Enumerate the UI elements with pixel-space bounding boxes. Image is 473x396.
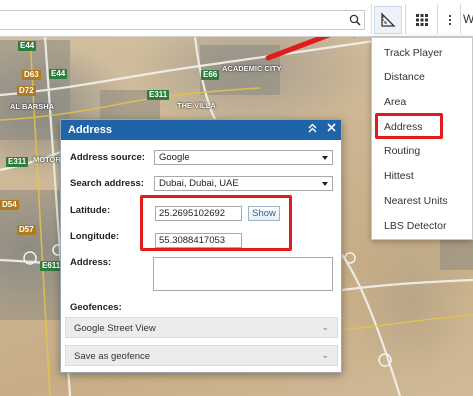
address-label: Address: xyxy=(70,257,112,268)
double-chevron-up-icon[interactable] xyxy=(308,123,317,137)
top-toolbar: W xyxy=(0,0,473,37)
road-shield: E311 xyxy=(147,90,170,100)
dropdown-caret-icon xyxy=(322,182,328,186)
address-source-value: Google xyxy=(159,152,190,163)
toolbar-divider xyxy=(371,4,372,34)
search-icon[interactable] xyxy=(341,6,369,34)
menu-item-lbs-detector[interactable]: LBS Detector xyxy=(384,220,446,232)
dialog-title: Address xyxy=(68,124,113,136)
road-shield: D54 xyxy=(0,200,19,210)
menu-item-track-player[interactable]: Track Player xyxy=(384,47,443,59)
toolbar-divider xyxy=(405,4,406,34)
map-label: MOTOR xyxy=(33,155,61,164)
map-label: AL BARSHA xyxy=(10,102,55,111)
save-as-geofence-section[interactable]: Save as geofence ⌄ xyxy=(65,345,338,366)
address-menu-highlight xyxy=(375,113,443,139)
map-label: ACADEMIC CITY xyxy=(222,64,282,73)
road-shield: E44 xyxy=(49,69,68,79)
coordinates-highlight xyxy=(140,195,292,251)
road-shield: D72 xyxy=(17,86,36,96)
toolbar-search-field[interactable] xyxy=(0,10,365,30)
address-textarea[interactable] xyxy=(153,257,333,291)
grid-icon[interactable] xyxy=(408,6,436,34)
ruler-icon[interactable] xyxy=(374,6,402,34)
dropdown-caret-icon xyxy=(322,156,328,160)
road-shield: D57 xyxy=(17,225,36,235)
longitude-label: Longitude: xyxy=(70,231,120,242)
menu-item-distance[interactable]: Distance xyxy=(384,71,425,83)
toolbar-text: W xyxy=(463,12,473,26)
chevron-down-icon: ⌄ xyxy=(321,322,329,332)
close-icon[interactable] xyxy=(327,123,336,136)
menu-item-nearest-units[interactable]: Nearest Units xyxy=(384,195,448,207)
road-shield: E44 xyxy=(18,41,37,51)
dialog-header[interactable]: Address xyxy=(61,120,341,140)
address-source-label: Address source: xyxy=(70,152,145,163)
road-shield: E311 xyxy=(6,157,29,167)
google-street-view-label: Google Street View xyxy=(74,323,156,334)
road-shield: D63 xyxy=(22,70,41,80)
chevron-down-icon: ⌄ xyxy=(321,350,329,360)
search-address-label: Search address: xyxy=(70,178,144,189)
toolbar-divider xyxy=(460,4,461,34)
menu-item-hittest[interactable]: Hittest xyxy=(384,170,414,182)
save-as-geofence-label: Save as geofence xyxy=(74,351,151,362)
search-address-select[interactable]: Dubai, Dubai, UAE xyxy=(154,176,333,191)
menu-item-routing[interactable]: Routing xyxy=(384,145,420,157)
road-shield: E66 xyxy=(201,70,220,80)
map-label: THE VILLA xyxy=(177,101,216,110)
latitude-label: Latitude: xyxy=(70,205,111,216)
menu-item-area[interactable]: Area xyxy=(384,96,406,108)
google-street-view-section[interactable]: Google Street View ⌄ xyxy=(65,317,338,338)
geofences-label: Geofences: xyxy=(70,302,122,313)
search-address-value: Dubai, Dubai, UAE xyxy=(159,178,239,189)
road-shield: E611 xyxy=(40,261,63,271)
address-source-select[interactable]: Google xyxy=(154,150,333,165)
